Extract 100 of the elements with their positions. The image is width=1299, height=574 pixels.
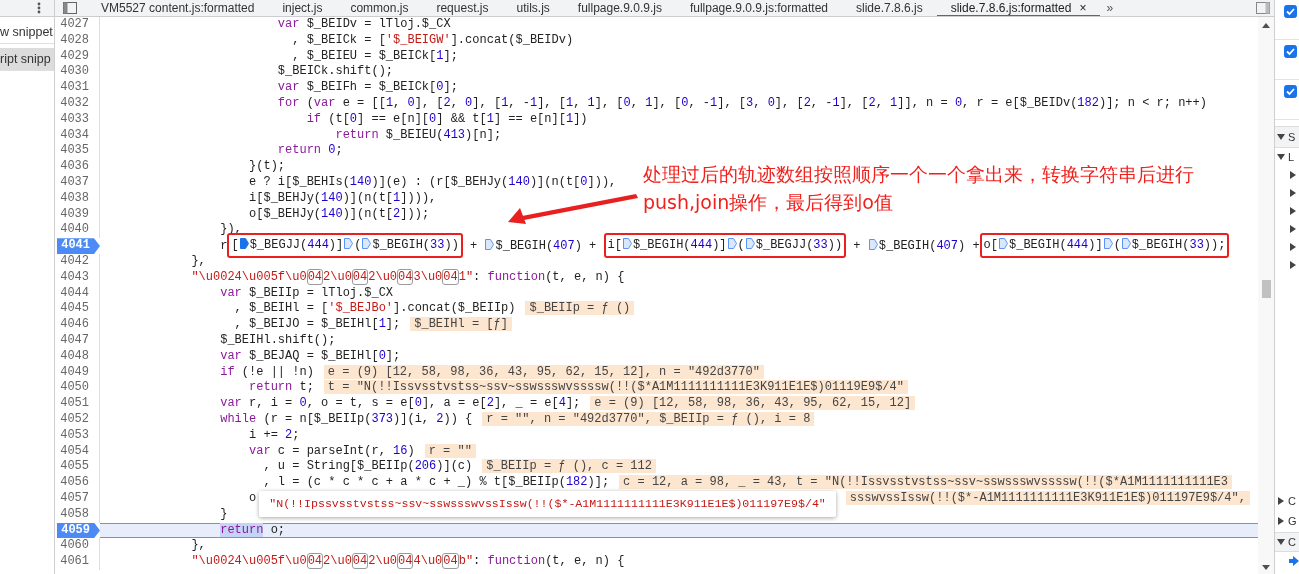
code-text: $_BEGIH(33)); (1131, 237, 1226, 252)
line-number[interactable]: 4032 (55, 96, 100, 112)
code-text: 4\u0 (413, 554, 443, 569)
expand-arrow-icon[interactable] (1277, 538, 1285, 546)
breakpoint-marker-icon[interactable] (344, 237, 354, 249)
code-text: $_BEGIH(33)) (372, 237, 459, 252)
expand-arrow-icon[interactable] (1289, 225, 1297, 233)
expand-arrow-icon[interactable] (1289, 171, 1297, 179)
line-number[interactable]: 4061 (55, 554, 100, 570)
file-tab[interactable]: slide.7.8.6.js (842, 0, 937, 16)
code-text: : function(t, e, n) { (473, 554, 625, 569)
expand-arrow-icon[interactable] (1289, 261, 1297, 269)
line-number[interactable]: 4046 (55, 317, 100, 333)
line-number[interactable]: 4036 (55, 159, 100, 175)
breakpoint-line-number[interactable]: 4059 (55, 522, 100, 539)
file-tab[interactable]: VM5527 content.js:formatted (87, 0, 269, 16)
line-number[interactable]: 4038 (55, 190, 100, 207)
line-number[interactable]: 4029 (55, 48, 100, 65)
line-number[interactable]: 4028 (55, 32, 100, 49)
breakpoint-marker-icon[interactable] (868, 238, 878, 250)
scrollbar-thumb[interactable] (1261, 280, 1271, 298)
expand-arrow-icon[interactable] (1289, 243, 1297, 251)
line-number[interactable]: 4051 (55, 396, 100, 412)
line-number[interactable]: 4031 (55, 80, 100, 96)
file-tab[interactable]: inject.js (268, 0, 337, 16)
line-number[interactable]: 4034 (55, 127, 100, 144)
expand-arrow-icon[interactable] (1277, 153, 1285, 161)
line-number[interactable]: 4048 (55, 348, 100, 365)
sidebar-toggle-icon[interactable] (63, 2, 77, 14)
expand-arrow-icon[interactable] (1289, 189, 1297, 197)
inline-value: e = (9) [12, 58, 98, 36, 43, 95, 62, 15, 12], n = "492d3770" (323, 364, 764, 379)
line-number[interactable]: 4057 (55, 490, 100, 507)
line-number[interactable]: 4053 (55, 427, 100, 444)
breakpoint-marker-icon[interactable] (622, 237, 632, 249)
line-number[interactable]: 4045 (55, 301, 100, 318)
expand-arrow-icon[interactable] (1277, 517, 1285, 525)
line-number[interactable]: 4049 (55, 364, 100, 381)
code-text: return $_BEIEU(413)[n]; (334, 127, 502, 142)
code-text: , $_BEICk = ['$_BEIGW'].concat($_BEIDv) (291, 32, 574, 47)
line-number[interactable]: 4035 (55, 143, 100, 160)
breakpoint-marker-icon[interactable] (1103, 237, 1113, 249)
scroll-up-arrow[interactable] (1262, 23, 1270, 28)
file-tab[interactable]: request.js (422, 0, 503, 16)
file-tab[interactable]: utils.js (502, 0, 564, 16)
line-number[interactable]: 4037 (55, 174, 100, 191)
snippet-item[interactable]: ript snipp (0, 48, 54, 71)
checkbox[interactable] (1284, 5, 1297, 18)
code-text: 2\u0 (323, 269, 352, 284)
code-text: i[ (607, 237, 622, 252)
line-number[interactable]: 4056 (55, 475, 100, 491)
breakpoint-line-number[interactable]: 4041 (55, 238, 100, 254)
code-text: "\u0024\u005f\u0 (190, 269, 307, 284)
highlighted-text: 04 (351, 553, 369, 570)
code-text: $_BEIHl.shift(); (219, 332, 336, 347)
code-text: o (248, 490, 257, 505)
line-number[interactable]: 4044 (55, 285, 100, 302)
sidebar-toggle-icon[interactable] (1256, 2, 1270, 14)
line-number[interactable]: 4030 (55, 64, 100, 81)
more-tabs-button[interactable]: » (1106, 1, 1114, 15)
snippet-item[interactable]: w snippet (0, 21, 54, 44)
breakpoint-marker-icon[interactable] (362, 237, 372, 249)
line-number[interactable]: 4054 (55, 443, 100, 460)
file-tab[interactable]: common.js (336, 0, 423, 16)
line-number[interactable]: 4047 (55, 332, 100, 349)
line-number[interactable]: 4058 (55, 506, 100, 523)
line-number[interactable]: 4055 (55, 459, 100, 476)
code-text: 1" (458, 269, 474, 284)
breakpoint-marker-icon[interactable] (745, 237, 755, 249)
code-text: , l = (c * c * c + a * c + _) % t[$_BEIIp(182)]; (262, 475, 610, 490)
line-number[interactable]: 4050 (55, 380, 100, 397)
inline-value: $_BEIIp = ƒ (), c = 112 (482, 459, 656, 474)
line-number[interactable]: 4060 (55, 538, 100, 555)
code-text: , $_BEIHl = ['$_BEJBo'].concat($_BEIIp) (233, 301, 516, 316)
breakpoint-marker-icon[interactable] (239, 237, 249, 249)
expand-arrow-icon[interactable] (1277, 133, 1285, 141)
file-tab[interactable]: fullpage.9.0.9.js (563, 0, 676, 16)
scroll-down-arrow[interactable] (1262, 565, 1270, 570)
expand-arrow-icon[interactable] (1289, 207, 1297, 215)
checkbox[interactable] (1284, 85, 1297, 98)
step-arrow-icon[interactable] (1289, 556, 1299, 566)
line-number[interactable]: 4043 (55, 269, 100, 286)
expand-arrow-icon[interactable] (1277, 497, 1285, 505)
code-text: , u = String[$_BEIIp(206)](c) (262, 459, 473, 474)
file-tab[interactable]: slide.7.8.6.js:formatted × (936, 0, 1101, 16)
more-icon[interactable] (37, 2, 41, 14)
breakpoint-marker-icon[interactable] (727, 237, 737, 249)
breakpoint-marker-icon[interactable] (999, 237, 1008, 249)
checkbox[interactable] (1284, 45, 1297, 58)
breakpoint-marker-icon[interactable] (485, 238, 495, 250)
line-number[interactable]: 4040 (55, 222, 100, 239)
line-number[interactable]: 4027 (55, 17, 100, 33)
code-text: $_BEGJJ(33)) (755, 237, 843, 252)
section-title: C (1288, 536, 1296, 548)
line-number[interactable]: 4052 (55, 411, 100, 428)
line-number[interactable]: 4039 (55, 206, 100, 223)
line-number[interactable]: 4042 (55, 253, 100, 270)
breakpoint-marker-icon[interactable] (1121, 237, 1131, 249)
highlighted-text: 04 (397, 268, 414, 285)
file-tab[interactable]: fullpage.9.0.9.js:formatted (675, 0, 842, 16)
line-number[interactable]: 4033 (55, 111, 100, 128)
